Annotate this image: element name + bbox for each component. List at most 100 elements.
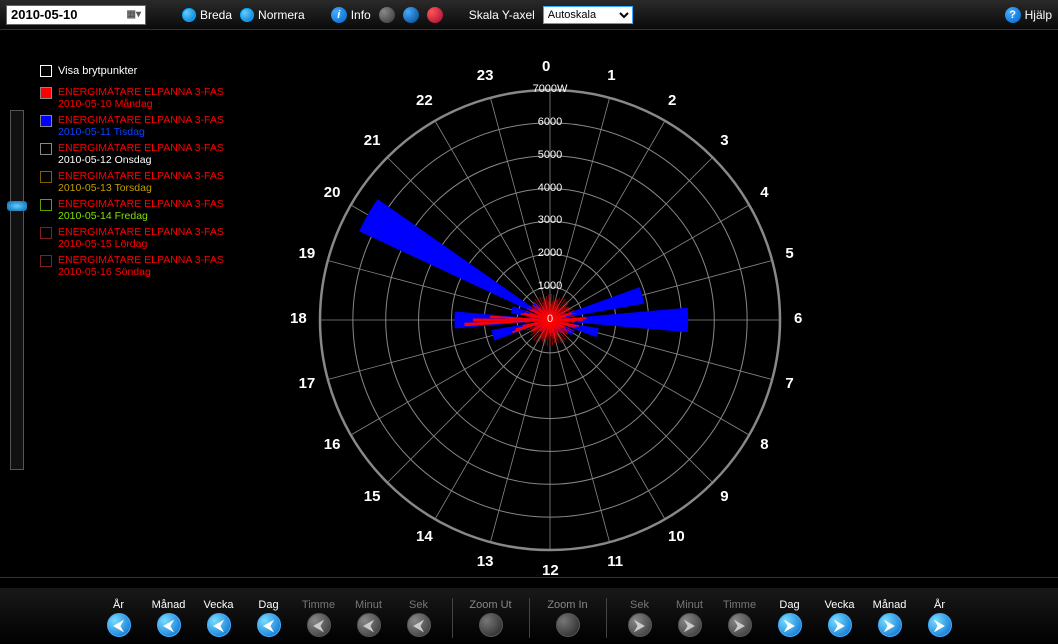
divider	[452, 598, 453, 638]
nav-minut-right: Minut⮞	[667, 599, 713, 637]
arrow-left-icon: ⮜	[357, 613, 381, 637]
hour-label: 20	[324, 184, 341, 201]
legend-swatch	[40, 227, 52, 239]
zoom-in-button[interactable]: Zoom In	[540, 599, 596, 637]
nav-månad-left[interactable]: Månad⮜	[146, 599, 192, 637]
hour-label: 16	[324, 436, 341, 453]
arrow-right-icon: ⮞	[728, 613, 752, 637]
help-button[interactable]: ? Hjälp	[1005, 7, 1052, 23]
nav-dag-left[interactable]: Dag⮜	[246, 599, 292, 637]
yscale-label: Skala Y-axel	[469, 8, 535, 22]
arrow-left-icon: ⮜	[157, 613, 181, 637]
nav-minut-left: Minut⮜	[346, 599, 392, 637]
arrow-right-icon: ⮞	[928, 613, 952, 637]
arrow-left-icon: ⮜	[307, 613, 331, 637]
breakpoints-checkbox[interactable]: Visa brytpunkter	[40, 64, 137, 77]
info-icon: i	[331, 7, 347, 23]
info-button[interactable]: i Info	[331, 7, 371, 23]
legend-item[interactable]: ENERGIMÄTARE ELPANNA 3-FAS2010-05-16 Sön…	[40, 254, 224, 278]
breda-button[interactable]: Breda	[182, 8, 232, 22]
zoom-out-button[interactable]: Zoom Ut	[463, 599, 519, 637]
legend-swatch	[40, 115, 52, 127]
nav-år-left[interactable]: År⮜	[96, 599, 142, 637]
hour-label: 0	[542, 58, 550, 75]
legend-swatch	[40, 171, 52, 183]
nav-dag-right[interactable]: Dag⮞	[767, 599, 813, 637]
legend-swatch	[40, 143, 52, 155]
radial-tick-label: 5000	[538, 149, 562, 161]
legend-item[interactable]: ENERGIMÄTARE ELPANNA 3-FAS2010-05-10 Mån…	[40, 86, 224, 110]
hour-label: 18	[290, 310, 307, 327]
checkbox-icon	[40, 65, 52, 77]
radial-tick-label: 1000	[538, 280, 562, 292]
arrow-left-icon: ⮜	[207, 613, 231, 637]
arrow-left-icon: ⮜	[107, 613, 131, 637]
arrow-right-icon: ⮞	[678, 613, 702, 637]
vertical-slider[interactable]	[10, 110, 24, 470]
hour-label: 7	[785, 375, 793, 392]
arrow-right-icon: ⮞	[778, 613, 802, 637]
hour-label: 6	[794, 310, 802, 327]
hour-label: 14	[416, 528, 433, 545]
main-area: Visa brytpunkter ENERGIMÄTARE ELPANNA 3-…	[0, 30, 1058, 578]
nav-sek-right: Sek⮞	[617, 599, 663, 637]
nav-år-right[interactable]: År⮞	[917, 599, 963, 637]
arrow-right-icon: ⮞	[628, 613, 652, 637]
divider	[606, 598, 607, 638]
date-picker[interactable]: 2010-05-10 ▦▾	[6, 5, 146, 25]
hour-label: 4	[760, 184, 768, 201]
hour-label: 11	[607, 553, 623, 570]
legend-item[interactable]: ENERGIMÄTARE ELPANNA 3-FAS2010-05-14 Fre…	[40, 198, 224, 222]
nav-timme-right: Timme⮞	[717, 599, 763, 637]
radial-tick-label: 6000	[538, 116, 562, 128]
hour-label: 5	[785, 245, 793, 262]
hour-label: 13	[477, 553, 494, 570]
hour-label: 1	[607, 67, 615, 84]
radial-tick-label: 0	[547, 313, 553, 325]
normera-button[interactable]: Normera	[240, 8, 305, 22]
hour-label: 2	[668, 92, 676, 109]
legend: ENERGIMÄTARE ELPANNA 3-FAS2010-05-10 Mån…	[40, 86, 224, 282]
radial-tick-label: 7000W	[533, 83, 568, 95]
dot-icon	[240, 8, 254, 22]
top-toolbar: 2010-05-10 ▦▾ Breda Normera i Info Skala…	[0, 0, 1058, 30]
calendar-icon[interactable]: ▦▾	[127, 9, 141, 20]
magnifier-plus-icon	[556, 613, 580, 637]
nav-månad-right[interactable]: Månad⮞	[867, 599, 913, 637]
tool-icon-2[interactable]	[403, 7, 419, 23]
magnifier-minus-icon	[479, 613, 503, 637]
hour-label: 21	[364, 132, 381, 149]
slider-handle[interactable]	[7, 201, 27, 211]
tool-icon-3[interactable]	[427, 7, 443, 23]
bottom-nav: År⮜Månad⮜Vecka⮜Dag⮜Timme⮜Minut⮜Sek⮜ Zoom…	[0, 588, 1058, 644]
legend-item[interactable]: ENERGIMÄTARE ELPANNA 3-FAS2010-05-15 Lör…	[40, 226, 224, 250]
polar-chart: 0123456789101112131415161718192021222301…	[270, 30, 830, 590]
legend-item[interactable]: ENERGIMÄTARE ELPANNA 3-FAS2010-05-13 Tor…	[40, 170, 224, 194]
nav-sek-left: Sek⮜	[396, 599, 442, 637]
help-icon: ?	[1005, 7, 1021, 23]
hour-label: 23	[477, 67, 494, 84]
hour-label: 9	[720, 488, 728, 505]
tool-icon-1[interactable]	[379, 7, 395, 23]
arrow-right-icon: ⮞	[878, 613, 902, 637]
legend-swatch	[40, 199, 52, 211]
nav-vecka-right[interactable]: Vecka⮞	[817, 599, 863, 637]
nav-vecka-left[interactable]: Vecka⮜	[196, 599, 242, 637]
hour-label: 15	[364, 488, 381, 505]
arrow-left-icon: ⮜	[257, 613, 281, 637]
radial-tick-label: 4000	[538, 182, 562, 194]
yscale-select[interactable]: Autoskala	[543, 6, 633, 24]
hour-label: 22	[416, 92, 433, 109]
arrow-left-icon: ⮜	[407, 613, 431, 637]
legend-item[interactable]: ENERGIMÄTARE ELPANNA 3-FAS2010-05-12 Ons…	[40, 142, 224, 166]
hour-label: 19	[299, 245, 316, 262]
legend-item[interactable]: ENERGIMÄTARE ELPANNA 3-FAS2010-05-11 Tis…	[40, 114, 224, 138]
radial-tick-label: 3000	[538, 214, 562, 226]
legend-swatch	[40, 255, 52, 267]
arrow-right-icon: ⮞	[828, 613, 852, 637]
hour-label: 3	[720, 132, 728, 149]
nav-timme-left: Timme⮜	[296, 599, 342, 637]
hour-label: 8	[760, 436, 768, 453]
legend-swatch	[40, 87, 52, 99]
hour-label: 10	[668, 528, 685, 545]
